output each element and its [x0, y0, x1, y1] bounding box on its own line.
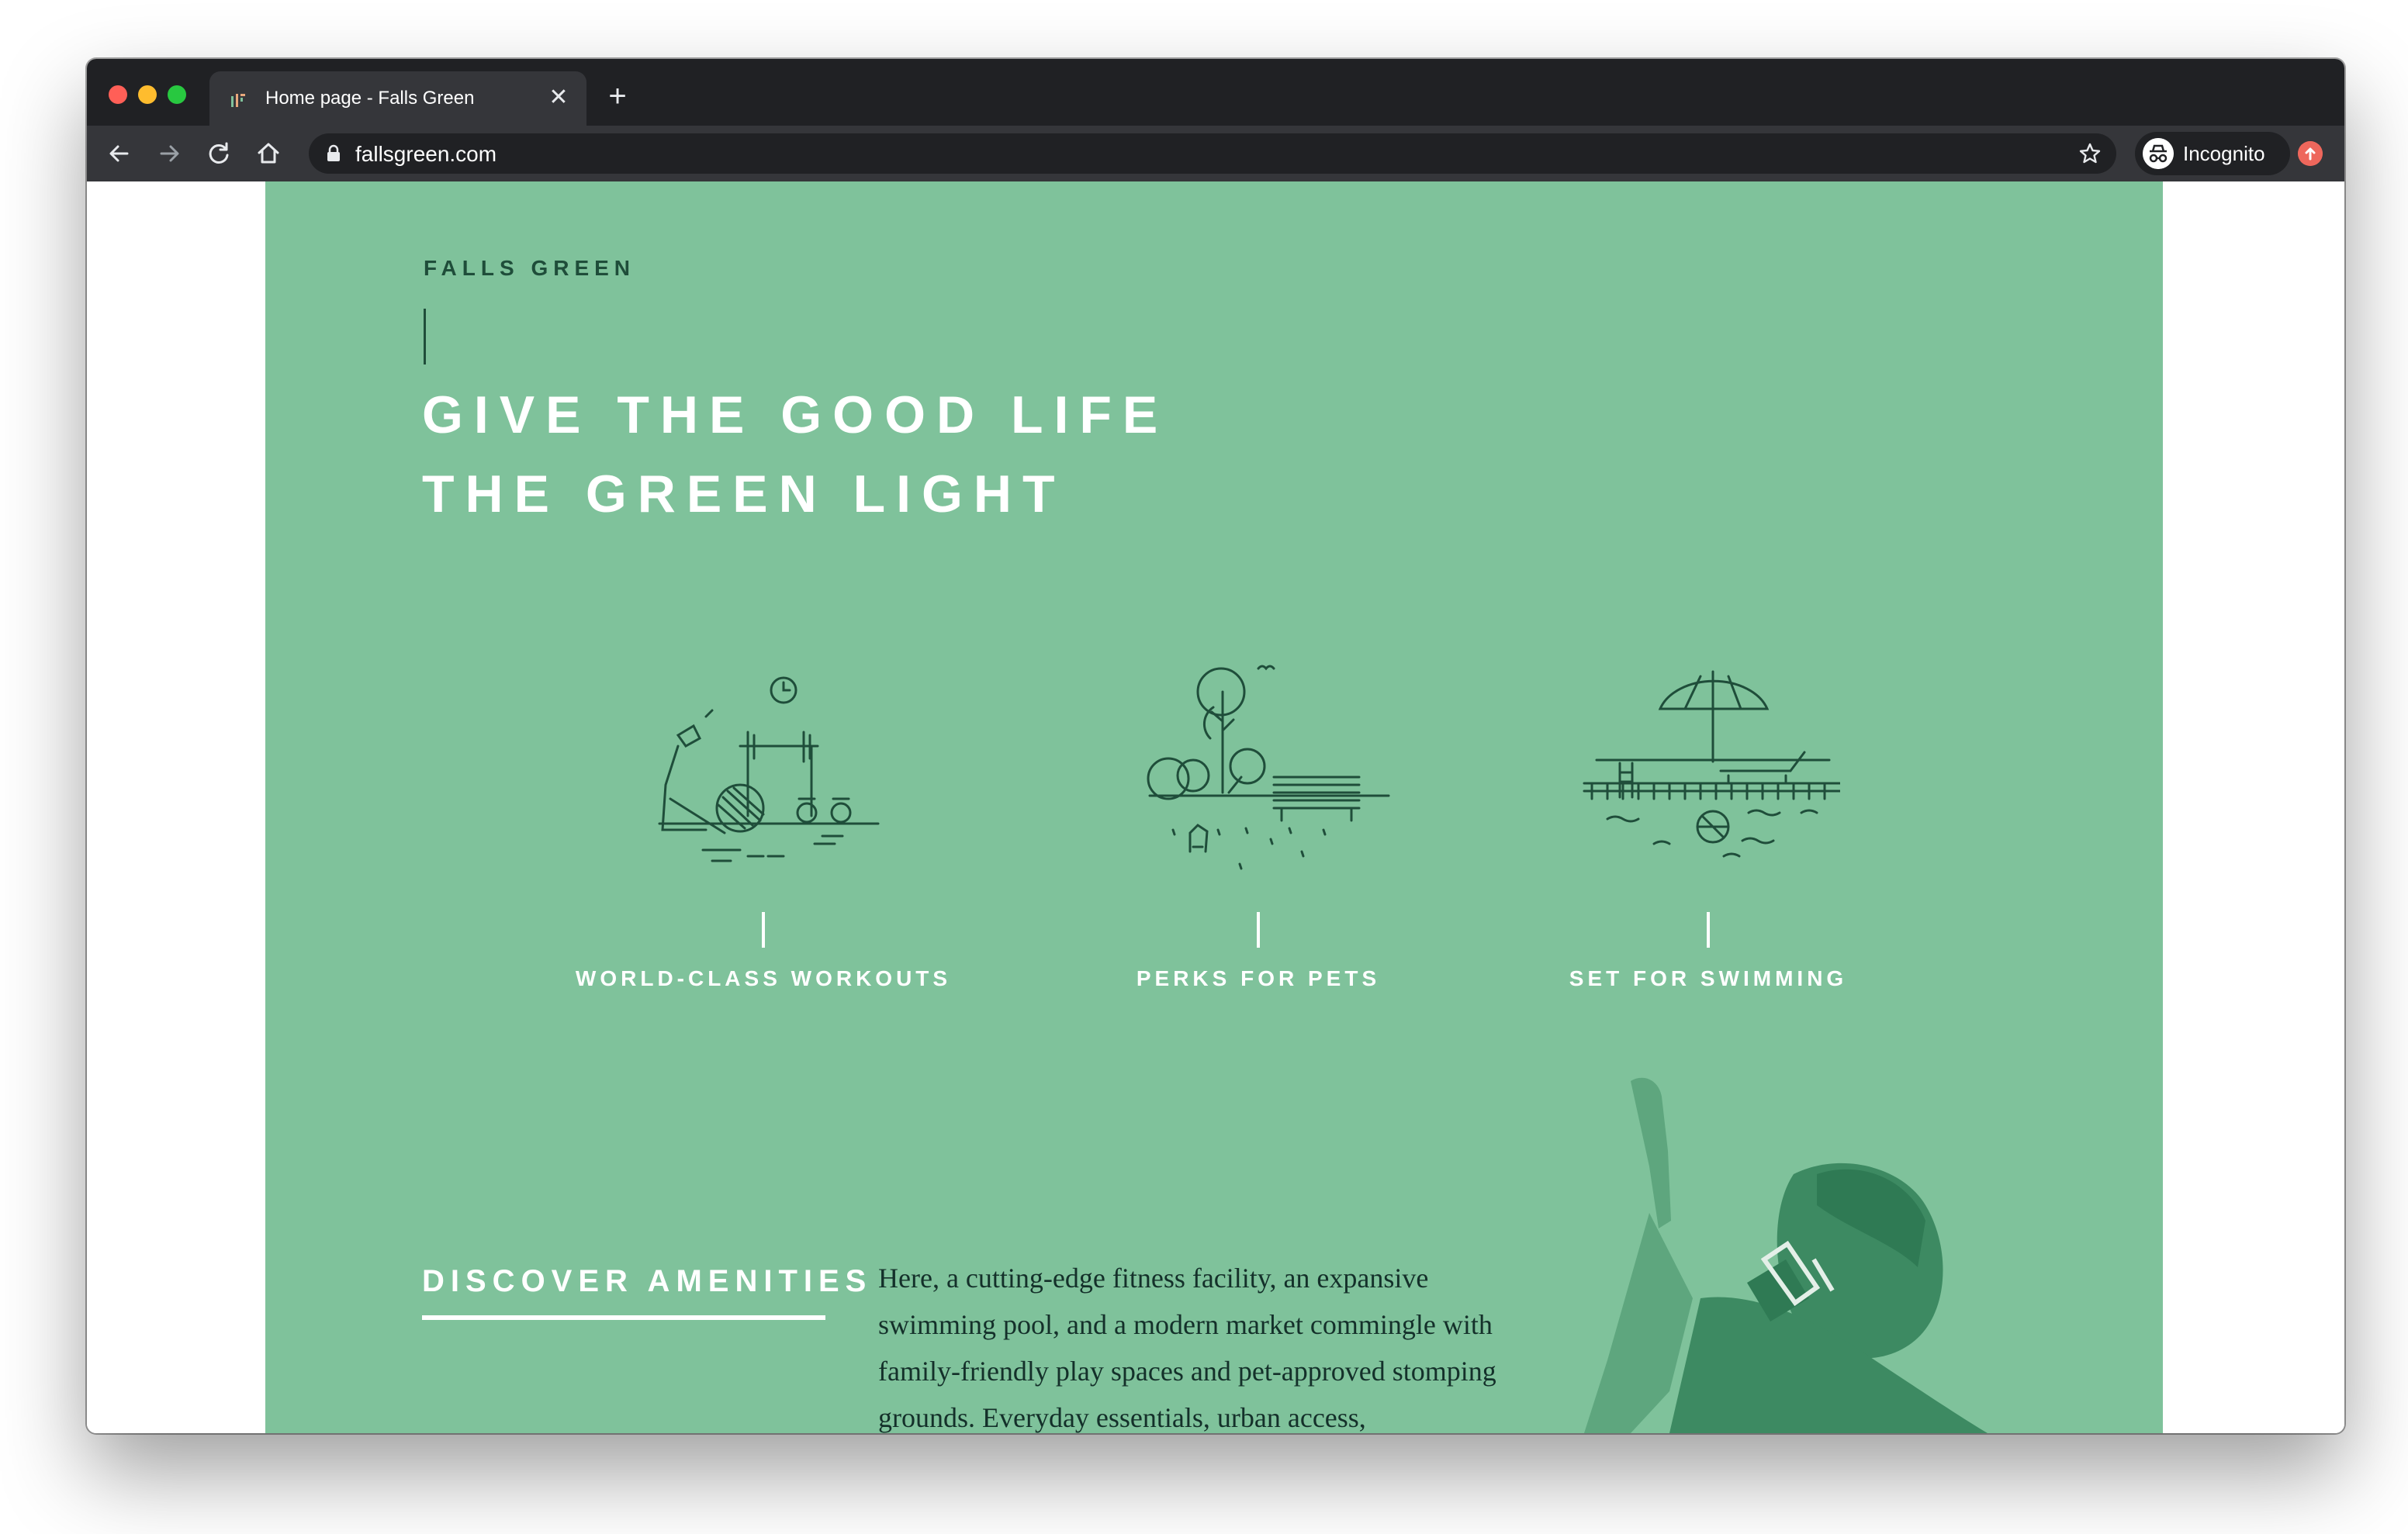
new-tab-button[interactable]: + — [602, 81, 633, 113]
browser-window: Home page - Falls Green ✕ + fallsgreen.c… — [87, 59, 2344, 1433]
feature-workouts[interactable]: WORLD-CLASS WORKOUTS — [531, 661, 996, 991]
tab-bar: Home page - Falls Green ✕ + — [87, 59, 2344, 126]
hero-section: FALLS GREEN GIVE THE GOOD LIFE THE GREEN… — [265, 181, 2163, 1433]
forward-arrow-icon[interactable] — [154, 138, 185, 169]
gym-illustration-icon — [658, 676, 880, 862]
site-favicon-icon — [231, 94, 245, 107]
reload-icon[interactable] — [203, 138, 234, 169]
update-menu-icon[interactable] — [2298, 141, 2323, 166]
headline-line-2: THE GREEN LIGHT — [422, 465, 1066, 523]
dog-park-illustration-icon — [1147, 665, 1390, 870]
feature-divider — [1257, 912, 1260, 948]
maximize-window-button[interactable] — [168, 85, 186, 104]
feature-divider — [1707, 912, 1710, 948]
home-icon[interactable] — [253, 138, 284, 169]
tab-active[interactable]: Home page - Falls Green ✕ — [209, 71, 586, 126]
bookmark-star-icon[interactable] — [2078, 141, 2102, 166]
feature-label: SET FOR SWIMMING — [1569, 966, 1848, 990]
close-window-button[interactable] — [109, 85, 127, 104]
feature-label: PERKS FOR PETS — [1136, 966, 1381, 990]
feature-label: WORLD-CLASS WORKOUTS — [575, 966, 952, 990]
child-photo — [1584, 1077, 1988, 1433]
toolbar: fallsgreen.com Incognito — [87, 126, 2344, 181]
brand-divider — [424, 309, 426, 364]
feature-swimming[interactable]: SET FOR SWIMMING — [1476, 661, 1941, 991]
tab-title: Home page - Falls Green — [265, 88, 475, 109]
minimize-window-button[interactable] — [138, 85, 157, 104]
feature-divider — [762, 912, 765, 948]
incognito-profile-button[interactable]: Incognito — [2135, 132, 2290, 175]
discover-amenities-link[interactable]: DISCOVER AMENITIES — [422, 1264, 872, 1299]
page-headline: GIVE THE GOOD LIFE THE GREEN LIGHT — [422, 375, 1168, 534]
url-text: fallsgreen.com — [355, 142, 497, 166]
page-viewport: FALLS GREEN GIVE THE GOOD LIFE THE GREEN… — [87, 181, 2344, 1433]
discover-underline — [422, 1315, 825, 1320]
incognito-icon — [2143, 138, 2174, 169]
pool-illustration-icon — [1583, 670, 1840, 858]
close-tab-icon[interactable]: ✕ — [548, 86, 569, 109]
headline-line-1: GIVE THE GOOD LIFE — [422, 385, 1169, 444]
intro-paragraph: Here, a cutting-edge fitness facility, a… — [878, 1263, 1496, 1433]
feature-pets[interactable]: PERKS FOR PETS — [1026, 661, 1491, 991]
brand-name: FALLS GREEN — [424, 256, 636, 280]
back-arrow-icon[interactable] — [104, 138, 135, 169]
incognito-label: Incognito — [2183, 142, 2265, 165]
lock-icon — [327, 144, 340, 161]
address-bar[interactable]: fallsgreen.com — [309, 133, 2116, 174]
